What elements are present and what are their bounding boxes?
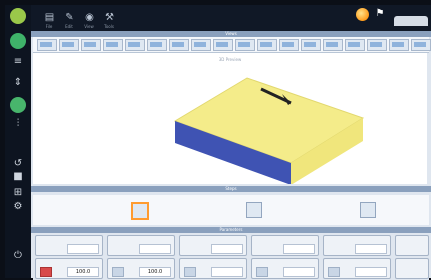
3d-canvas[interactable]: 3D Preview — [33, 53, 427, 185]
view-icon[interactable]: ◉ — [83, 11, 96, 24]
param-9-icon — [184, 267, 196, 277]
home-button[interactable] — [10, 8, 26, 24]
param-12[interactable] — [395, 258, 429, 279]
param-5[interactable] — [323, 235, 391, 256]
param-8[interactable]: 100.0 — [107, 258, 175, 279]
param-4-field[interactable] — [283, 244, 315, 254]
part-preview-svg — [173, 77, 365, 185]
steps-header: Steps — [225, 186, 237, 191]
view-label: View — [84, 24, 94, 29]
step-thumb-1[interactable] — [131, 202, 149, 220]
light-theme-icon[interactable] — [356, 8, 369, 21]
param-11[interactable] — [323, 258, 391, 279]
param-10-field[interactable] — [283, 267, 315, 277]
param-9[interactable] — [179, 258, 247, 279]
param-6[interactable] — [395, 235, 429, 256]
param-10-icon — [256, 267, 268, 277]
stop-icon[interactable]: ■ — [11, 172, 25, 182]
view-preset-9[interactable] — [213, 39, 233, 51]
view-preset-11[interactable] — [257, 39, 277, 51]
param-11-icon — [328, 267, 340, 277]
step-thumb-2[interactable] — [246, 202, 262, 218]
power-icon[interactable]: ⏻ — [11, 251, 25, 261]
param-7-icon — [40, 267, 52, 277]
flag-icon[interactable]: ⚑ — [374, 8, 386, 20]
param-9-field[interactable] — [211, 267, 243, 277]
view-preset-3[interactable] — [81, 39, 101, 51]
view-preset-8[interactable] — [191, 39, 211, 51]
param-1-field[interactable] — [67, 244, 99, 254]
param-7[interactable]: 100.0 — [35, 258, 103, 279]
menu-icon[interactable]: ≡ — [11, 57, 25, 67]
view-preset-5[interactable] — [125, 39, 145, 51]
steps-row — [33, 195, 429, 225]
mode-icon[interactable]: ⊞ — [11, 188, 25, 198]
view-preset-12[interactable] — [279, 39, 299, 51]
param-3-field[interactable] — [211, 244, 243, 254]
step-thumb-3[interactable] — [360, 202, 376, 218]
edit-label: Edit — [65, 24, 73, 29]
params-row-2: 100.0 100.0 — [33, 256, 429, 280]
view-preset-18[interactable] — [411, 39, 431, 51]
top-toolbar: ▤ File ✎ Edit ◉ View ⚒ Tools — [31, 5, 431, 31]
undo-icon[interactable]: ↺ — [11, 159, 25, 169]
view-preset-2[interactable] — [59, 39, 79, 51]
view-preset-10[interactable] — [235, 39, 255, 51]
view-preset-15[interactable] — [345, 39, 365, 51]
view-preset-14[interactable] — [323, 39, 343, 51]
align-icon[interactable]: ⇕ — [11, 78, 25, 88]
view-preset-7[interactable] — [169, 39, 189, 51]
file-icon[interactable]: ▤ — [43, 11, 56, 24]
param-4[interactable] — [251, 235, 319, 256]
params-row-1 — [33, 233, 429, 257]
param-5-field[interactable] — [355, 244, 387, 254]
param-11-field[interactable] — [355, 267, 387, 277]
param-2[interactable] — [107, 235, 175, 256]
param-8-field[interactable]: 100.0 — [139, 267, 171, 277]
view-preset-17[interactable] — [389, 39, 409, 51]
view-preset-4[interactable] — [103, 39, 123, 51]
status-button[interactable] — [10, 33, 26, 49]
left-sidebar: ≡ ⇕ ⫶ ↺ ■ ⊞ ⚙ ⏻ — [5, 5, 31, 278]
param-7-field[interactable]: 100.0 — [67, 267, 99, 277]
views-row — [33, 37, 431, 53]
canvas-title: 3D Preview — [218, 57, 242, 62]
file-label: File — [45, 24, 53, 29]
view-preset-6[interactable] — [147, 39, 167, 51]
param-1[interactable] — [35, 235, 103, 256]
view-preset-1[interactable] — [37, 39, 57, 51]
heart-button[interactable] — [10, 97, 26, 113]
param-8-icon — [112, 267, 124, 277]
param-10[interactable] — [251, 258, 319, 279]
sliders-icon[interactable]: ⫶ — [11, 119, 25, 129]
view-preset-16[interactable] — [367, 39, 387, 51]
corner-tab[interactable] — [394, 16, 428, 26]
tools-label: Tools — [104, 24, 114, 29]
param-3[interactable] — [179, 235, 247, 256]
param-2-field[interactable] — [139, 244, 171, 254]
view-preset-13[interactable] — [301, 39, 321, 51]
settings-icon[interactable]: ⚙ — [11, 202, 25, 212]
tools-icon[interactable]: ⚒ — [103, 11, 116, 24]
steps-strip: Steps — [31, 186, 431, 192]
edit-icon[interactable]: ✎ — [63, 11, 76, 24]
